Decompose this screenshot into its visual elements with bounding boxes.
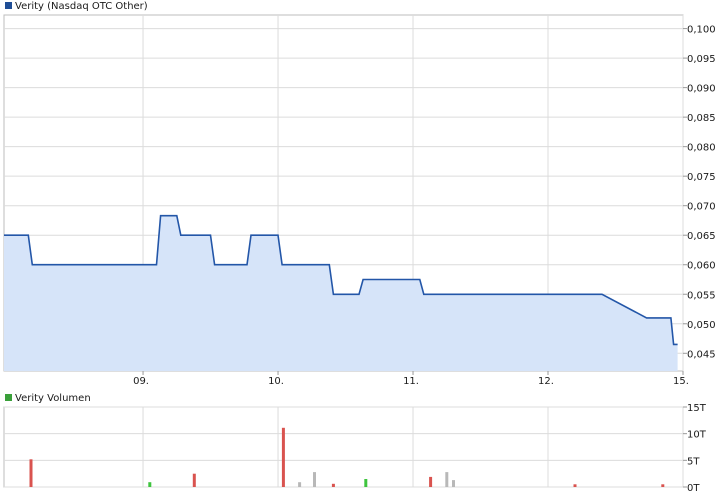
price-x-tick-label: 09.	[133, 376, 149, 387]
legend-label-price: Verity (Nasdaq OTC Other)	[15, 1, 148, 12]
legend-swatch-volume	[5, 394, 12, 401]
price-y-tick-label: 0,090	[687, 84, 716, 95]
price-y-tick-label: 0,080	[687, 143, 716, 154]
volume-y-tick-label: 15T	[687, 403, 707, 414]
price-y-tick-label: 0,070	[687, 202, 716, 213]
volume-bar	[445, 472, 449, 487]
price-y-tick-label: 0,065	[687, 231, 716, 242]
price-x-tick-label: 10.	[268, 376, 284, 387]
price-x-tick-label: 15.	[673, 376, 689, 387]
volume-bar	[452, 480, 455, 487]
volume-y-tick-labels: 15T 10T 5T 0T	[683, 403, 707, 494]
price-y-tick-label: 0,060	[687, 261, 716, 272]
price-x-tick-label: 11.	[403, 376, 419, 387]
legend-swatch-price	[5, 2, 12, 9]
volume-plot-area	[3, 406, 684, 488]
volume-bar	[29, 459, 33, 487]
legend-label-volume: Verity Volumen	[15, 393, 91, 404]
price-y-tick-label: 0,055	[687, 290, 716, 301]
price-panel: 0,100 0,095 0,090 0,085 0,080 0,075 0,070 0,065…	[3, 1, 716, 387]
price-y-tick-label: 0,050	[687, 320, 716, 331]
price-y-tick-label: 0,085	[687, 113, 716, 124]
price-y-tick-label: 0,100	[687, 25, 716, 36]
volume-bar	[192, 473, 196, 487]
volume-y-tick-label: 10T	[687, 430, 707, 441]
price-y-tick-labels: 0,100 0,095 0,090 0,085 0,080 0,075 0,070 0,065…	[683, 25, 716, 360]
price-y-tick-label: 0,045	[687, 349, 716, 360]
volume-bar	[429, 476, 433, 487]
volume-bar	[573, 484, 577, 487]
volume-y-tick-label: 5T	[687, 456, 700, 467]
volume-y-tick-label: 0T	[687, 483, 700, 494]
volume-bar	[313, 472, 316, 487]
price-x-tick-label: 12.	[538, 376, 554, 387]
volume-bar	[331, 483, 335, 487]
volume-bar	[661, 484, 665, 487]
volume-panel: 15T 10T 5T 0T Verity Volumen	[3, 393, 707, 494]
volume-bar	[148, 482, 152, 487]
price-y-tick-label: 0,075	[687, 172, 716, 183]
volume-bar	[281, 427, 285, 487]
price-y-tick-label: 0,095	[687, 54, 716, 65]
stock-chart: 0,100 0,095 0,090 0,085 0,080 0,075 0,070 0,065…	[3, 1, 716, 494]
volume-bar	[298, 482, 302, 487]
volume-bar	[364, 479, 368, 487]
price-x-tick-labels: 09. 10. 11. 12. 15.	[133, 371, 689, 387]
